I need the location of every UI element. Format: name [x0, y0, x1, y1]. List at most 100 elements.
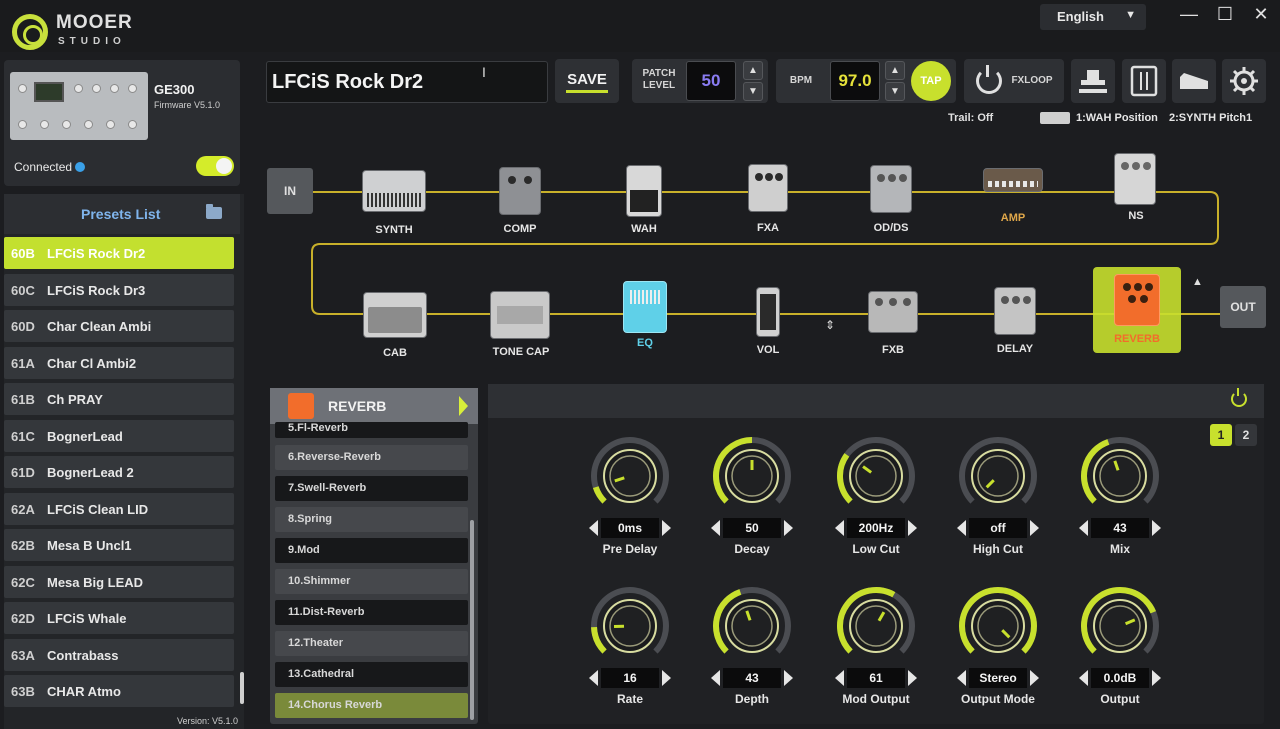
param-value[interactable]: off: [969, 518, 1027, 538]
decrease-arrow-icon[interactable]: [711, 520, 720, 536]
param-knob[interactable]: [836, 436, 916, 516]
decrease-arrow-icon[interactable]: [589, 520, 598, 536]
increase-arrow-icon[interactable]: [784, 670, 793, 686]
reverb-icon: [288, 393, 314, 419]
decrease-arrow-icon[interactable]: [957, 670, 966, 686]
param-value-stepper: 50: [709, 518, 795, 538]
increase-arrow-icon[interactable]: [662, 670, 671, 686]
increase-arrow-icon[interactable]: [1030, 670, 1039, 686]
input-block[interactable]: IN: [267, 168, 313, 214]
amp-block[interactable]: [983, 168, 1043, 192]
effect-model-item[interactable]: 10.Shimmer: [275, 569, 468, 594]
decrease-arrow-icon[interactable]: [957, 520, 966, 536]
effect-model-item[interactable]: 11.Dist-Reverb: [275, 600, 468, 625]
param-value[interactable]: 50: [723, 518, 781, 538]
effect-model-item[interactable]: 5.Fl-Reverb: [275, 422, 468, 438]
param-value[interactable]: 16: [601, 668, 659, 688]
decrease-arrow-icon[interactable]: [711, 670, 720, 686]
decrease-arrow-icon[interactable]: [835, 520, 844, 536]
param-value[interactable]: 0.0dB: [1091, 668, 1149, 688]
ns-label: NS: [1128, 210, 1144, 222]
param-value-stepper: 43: [709, 668, 795, 688]
move-icon[interactable]: ▲: [1192, 276, 1203, 288]
increase-arrow-icon[interactable]: [1152, 670, 1161, 686]
tone-capture-block[interactable]: [490, 291, 550, 339]
param-value-stepper: 43: [1077, 518, 1163, 538]
increase-arrow-icon[interactable]: [1152, 520, 1161, 536]
param-knob[interactable]: [590, 586, 670, 666]
pedal-knob: [889, 298, 897, 306]
increase-arrow-icon[interactable]: [784, 520, 793, 536]
volume-pedal[interactable]: [756, 287, 780, 337]
param-knob[interactable]: [590, 436, 670, 516]
increase-arrow-icon[interactable]: [662, 520, 671, 536]
param-value-stepper: 16: [587, 668, 673, 688]
wah-pedal[interactable]: [626, 165, 662, 217]
decrease-arrow-icon[interactable]: [835, 670, 844, 686]
effect-power-icon[interactable]: [1231, 388, 1247, 407]
knob-dial-icon: [591, 587, 669, 654]
output-block[interactable]: OUT: [1220, 286, 1266, 328]
eq-pedal[interactable]: [623, 281, 667, 333]
reorder-arrows-icon[interactable]: ⇕: [825, 318, 835, 332]
fxb-pedal[interactable]: [868, 291, 918, 333]
effect-model-item[interactable]: 9.Mod: [275, 538, 468, 563]
cab-block[interactable]: [363, 292, 427, 338]
pedal-knob: [1123, 283, 1131, 291]
amp-knobs: [988, 181, 1038, 187]
effect-type-title: REVERB: [328, 398, 387, 414]
pedal-knob: [1132, 162, 1140, 170]
pedal-knob: [1134, 283, 1142, 291]
synth-pedal[interactable]: [362, 170, 426, 212]
reverb-pedal[interactable]: [1114, 274, 1160, 326]
comp-pedal[interactable]: [499, 167, 541, 215]
fxa-label: FXA: [757, 222, 779, 234]
effect-model-item[interactable]: 6.Reverse-Reverb: [275, 445, 468, 470]
fxa-pedal[interactable]: [748, 164, 788, 212]
decrease-arrow-icon[interactable]: [589, 670, 598, 686]
param-knob[interactable]: [958, 436, 1038, 516]
expand-arrow-icon[interactable]: [459, 396, 468, 416]
increase-arrow-icon[interactable]: [1030, 520, 1039, 536]
knob-dial-icon: [837, 437, 915, 504]
effect-model-item[interactable]: 8.Spring: [275, 507, 468, 532]
effect-list-scrollbar[interactable]: [470, 520, 474, 720]
pedal-knob: [899, 174, 907, 182]
param-value[interactable]: Stereo: [969, 668, 1027, 688]
increase-arrow-icon[interactable]: [908, 670, 917, 686]
param-knob[interactable]: [712, 586, 792, 666]
decrease-arrow-icon[interactable]: [1079, 670, 1088, 686]
param-knob[interactable]: [712, 436, 792, 516]
pedal-knob: [524, 176, 532, 184]
param-value[interactable]: 43: [723, 668, 781, 688]
pedal-knob: [875, 298, 883, 306]
param-knob[interactable]: [1080, 436, 1160, 516]
param-label: Output Mode: [961, 692, 1035, 706]
effect-model-item[interactable]: 14.Chorus Reverb: [275, 693, 468, 718]
eq-sliders: [630, 290, 660, 304]
synth-keys: [367, 193, 422, 207]
effect-model-item[interactable]: 7.Swell-Reverb: [275, 476, 468, 501]
param-value[interactable]: 61: [847, 668, 905, 688]
page-2-button[interactable]: 2: [1235, 424, 1257, 446]
pedal-knob: [1128, 295, 1136, 303]
odds-label: OD/DS: [873, 222, 909, 234]
param-value[interactable]: 43: [1091, 518, 1149, 538]
pedal-knob: [1121, 162, 1129, 170]
vol-label: VOL: [756, 344, 780, 356]
pedal-knob: [888, 174, 896, 182]
param-knob[interactable]: [1080, 586, 1160, 666]
knob-dial-icon: [591, 437, 669, 504]
ns-pedal[interactable]: [1114, 153, 1156, 205]
param-value[interactable]: 0ms: [601, 518, 659, 538]
effect-model-item[interactable]: 13.Cathedral: [275, 662, 468, 687]
page-1-button[interactable]: 1: [1210, 424, 1232, 446]
odds-pedal[interactable]: [870, 165, 912, 213]
decrease-arrow-icon[interactable]: [1079, 520, 1088, 536]
delay-pedal[interactable]: [994, 287, 1036, 335]
param-value[interactable]: 200Hz: [847, 518, 905, 538]
param-knob[interactable]: [836, 586, 916, 666]
effect-model-item[interactable]: 12.Theater: [275, 631, 468, 656]
param-knob[interactable]: [958, 586, 1038, 666]
increase-arrow-icon[interactable]: [908, 520, 917, 536]
